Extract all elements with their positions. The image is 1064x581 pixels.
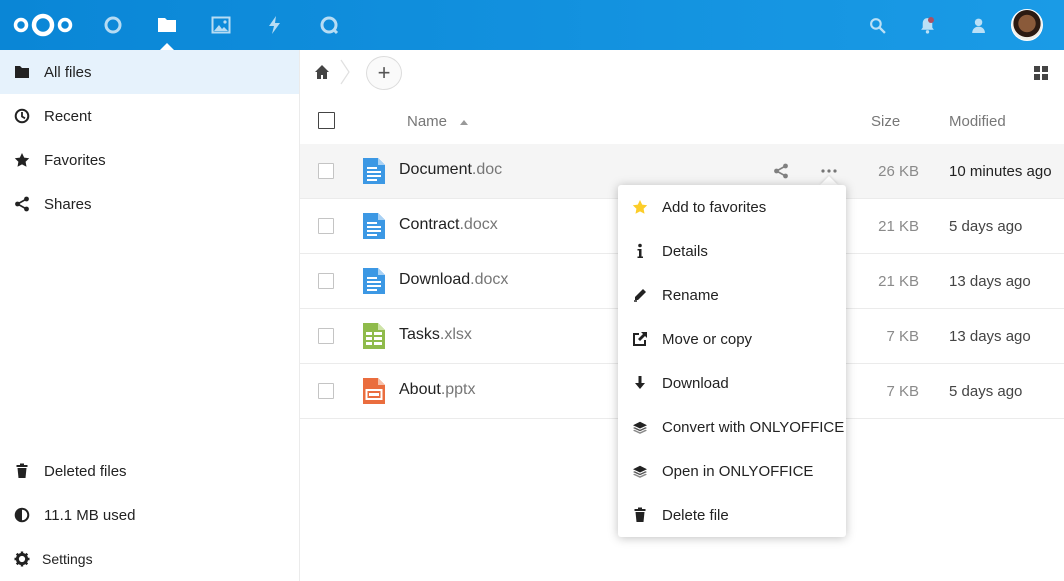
- clock-icon: [14, 108, 30, 124]
- files-icon[interactable]: [154, 12, 180, 38]
- file-name[interactable]: Download.docx: [399, 271, 508, 289]
- file-modified: 5 days ago: [949, 218, 1023, 235]
- column-modified-header[interactable]: Modified: [949, 113, 1006, 130]
- spreadsheet-file-icon: [363, 323, 385, 349]
- menu-item-delete-file[interactable]: Delete file: [618, 493, 846, 537]
- quota-pie-icon: [14, 507, 30, 523]
- file-actions-menu: Add to favorites Details Rename Move or …: [618, 185, 846, 537]
- star-icon: [14, 152, 30, 168]
- share-icon[interactable]: [773, 163, 789, 179]
- settings-label: Settings: [42, 551, 93, 567]
- sidebar-item-favorites[interactable]: Favorites: [0, 138, 299, 182]
- gear-icon: [14, 551, 30, 567]
- sidebar-item-shares[interactable]: Shares: [0, 182, 299, 226]
- column-name-header[interactable]: Name: [407, 113, 447, 130]
- menu-item-label: Convert with ONLYOFFICE: [662, 418, 845, 436]
- file-name[interactable]: About.pptx: [399, 381, 476, 399]
- layers-icon: [632, 463, 648, 479]
- menu-item-add-to-favorites[interactable]: Add to favorites: [618, 185, 846, 229]
- row-checkbox[interactable]: [318, 218, 334, 234]
- top-header: [0, 0, 1064, 50]
- menu-item-label: Delete file: [662, 506, 729, 524]
- document-file-icon: [363, 158, 385, 184]
- info-icon: [632, 243, 648, 259]
- menu-item-label: Add to favorites: [662, 198, 767, 216]
- nextcloud-logo-icon[interactable]: [12, 12, 74, 38]
- row-checkbox[interactable]: [318, 273, 334, 289]
- talk-icon[interactable]: [316, 12, 342, 38]
- dashboard-icon[interactable]: [100, 12, 126, 38]
- photos-icon[interactable]: [208, 12, 234, 38]
- trash-icon: [14, 463, 30, 479]
- row-checkbox[interactable]: [318, 383, 334, 399]
- notifications-icon[interactable]: [916, 14, 938, 36]
- sidebar-item-label: Favorites: [44, 151, 106, 169]
- sort-ascending-icon: [460, 120, 468, 125]
- sidebar-item-label: All files: [44, 63, 92, 81]
- star-icon: [632, 199, 648, 215]
- sidebar-quota[interactable]: 11.1 MB used: [0, 493, 299, 537]
- menu-arrow: [820, 176, 838, 185]
- pencil-icon: [632, 287, 648, 303]
- external-icon: [632, 331, 648, 347]
- file-name[interactable]: Document.doc: [399, 161, 502, 179]
- row-checkbox[interactable]: [318, 163, 334, 179]
- file-name[interactable]: Contract.docx: [399, 216, 498, 234]
- menu-item-label: Rename: [662, 286, 719, 304]
- new-file-button[interactable]: +: [366, 56, 402, 90]
- sidebar-settings[interactable]: Settings: [0, 537, 299, 581]
- document-file-icon: [363, 213, 385, 239]
- grid-view-icon[interactable]: [1033, 65, 1049, 81]
- layers-icon: [632, 419, 648, 435]
- home-icon[interactable]: [314, 64, 330, 80]
- trash-icon: [632, 507, 648, 523]
- sidebar-item-label: Shares: [44, 195, 92, 213]
- document-file-icon: [363, 268, 385, 294]
- column-size-header[interactable]: Size: [871, 113, 900, 130]
- file-modified: 13 days ago: [949, 328, 1031, 345]
- presentation-file-icon: [363, 378, 385, 404]
- select-all-checkbox[interactable]: [318, 112, 335, 129]
- sidebar-item-deleted-files[interactable]: Deleted files: [0, 449, 299, 493]
- contacts-icon[interactable]: [966, 14, 988, 36]
- file-name[interactable]: Tasks.xlsx: [399, 326, 472, 344]
- menu-item-move-or-copy[interactable]: Move or copy: [618, 317, 846, 361]
- sidebar-item-all-files[interactable]: All files: [0, 50, 299, 94]
- active-app-indicator: [160, 43, 174, 50]
- file-size: 26 KB: [878, 163, 919, 180]
- row-checkbox[interactable]: [318, 328, 334, 344]
- file-size: 7 KB: [886, 328, 919, 345]
- file-modified: 10 minutes ago: [949, 163, 1052, 180]
- menu-item-convert-onlyoffice[interactable]: Convert with ONLYOFFICE: [618, 405, 846, 449]
- quota-label: 11.1 MB used: [44, 506, 136, 524]
- menu-item-download[interactable]: Download: [618, 361, 846, 405]
- menu-item-details[interactable]: Details: [618, 229, 846, 273]
- file-size: 21 KB: [878, 218, 919, 235]
- activity-icon[interactable]: [262, 12, 288, 38]
- share-icon: [14, 196, 30, 212]
- sidebar-item-recent[interactable]: Recent: [0, 94, 299, 138]
- sidebar: All files Recent Favorites Shares Delete…: [0, 50, 300, 581]
- deleted-files-label: Deleted files: [44, 462, 127, 480]
- folder-icon: [14, 64, 30, 80]
- file-modified: 5 days ago: [949, 383, 1023, 400]
- menu-item-label: Open in ONLYOFFICE: [662, 462, 814, 480]
- breadcrumb-separator-icon: [340, 59, 350, 85]
- file-size: 7 KB: [886, 383, 919, 400]
- menu-item-label: Download: [662, 374, 729, 392]
- notification-badge: [928, 17, 934, 23]
- download-icon: [632, 375, 648, 391]
- menu-item-label: Details: [662, 242, 708, 260]
- file-modified: 13 days ago: [949, 273, 1031, 290]
- file-size: 21 KB: [878, 273, 919, 290]
- table-header: Name Size Modified: [300, 100, 1064, 144]
- sidebar-item-label: Recent: [44, 107, 92, 125]
- search-icon[interactable]: [866, 14, 888, 36]
- menu-item-rename[interactable]: Rename: [618, 273, 846, 317]
- menu-item-label: Move or copy: [662, 330, 753, 348]
- menu-item-open-onlyoffice[interactable]: Open in ONLYOFFICE: [618, 449, 846, 493]
- avatar[interactable]: [1011, 9, 1043, 41]
